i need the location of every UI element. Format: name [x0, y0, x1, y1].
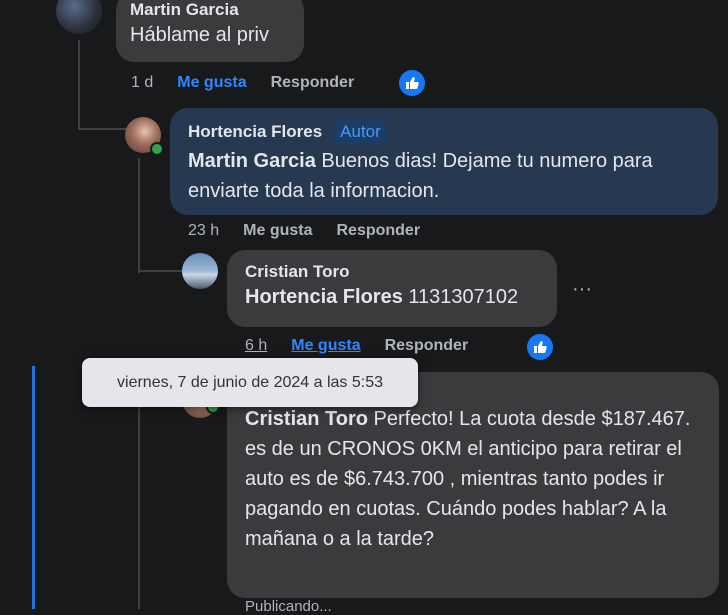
thread-curve [78, 128, 126, 130]
comment-text: Cristian Toro Perfecto! La cuota desde $… [245, 404, 701, 554]
thread-curve [138, 270, 182, 272]
comment-author[interactable]: Cristian Toro [245, 262, 539, 282]
mention-link[interactable]: Hortencia Flores [245, 286, 403, 308]
like-button[interactable]: Me gusta [177, 74, 246, 92]
comment-text: Háblame al priv [130, 24, 269, 46]
mention-link[interactable]: Cristian Toro [245, 408, 368, 430]
author-name[interactable]: Hortencia Flores [188, 122, 322, 141]
comment-actions: 6 h Me gusta Responder [245, 337, 492, 355]
comment-author[interactable]: Martin Garcia [130, 0, 290, 20]
reply-button[interactable]: Responder [336, 222, 420, 240]
comment-bubble: Martin Garcia Háblame al priv [116, 0, 304, 62]
thread-line [78, 40, 80, 130]
thread-line [138, 158, 140, 273]
like-button[interactable]: Me gusta [243, 222, 312, 240]
like-icon[interactable] [527, 334, 553, 360]
comment-text: Martin Garcia Buenos dias! Dejame tu num… [188, 146, 700, 206]
comment-author[interactable]: Hortencia Flores Autor [188, 120, 700, 144]
comment-actions: 1 d Me gusta Responder [131, 74, 378, 92]
comment-actions: 23 h Me gusta Responder [188, 222, 444, 240]
more-options-icon[interactable]: ··· [572, 278, 592, 301]
like-button[interactable]: Me gusta [291, 337, 360, 355]
mention-link[interactable]: Martin Garcia [188, 150, 316, 172]
comment-body: 1131307102 [402, 286, 519, 308]
comment-bubble: Cristian Toro Hortencia Flores 113130710… [227, 250, 557, 327]
online-status-dot [150, 142, 164, 156]
timestamp-tooltip: viernes, 7 de junio de 2024 a las 5:53 [82, 358, 418, 407]
comment-bubble: Hortencia Flores Autor Martin Garcia Buen… [170, 108, 718, 215]
focus-indicator-bar [32, 366, 35, 609]
avatar[interactable] [56, 0, 102, 34]
reply-button[interactable]: Responder [271, 74, 355, 92]
author-badge: Autor [334, 120, 387, 144]
comment-time[interactable]: 6 h [245, 337, 267, 355]
comment-text: Hortencia Flores 1131307102 [245, 282, 539, 312]
comment-time[interactable]: 23 h [188, 222, 219, 240]
publishing-status: Publicando... [245, 598, 332, 615]
avatar[interactable] [182, 253, 218, 289]
comment-time[interactable]: 1 d [131, 74, 153, 92]
reply-button[interactable]: Responder [385, 337, 469, 355]
like-icon[interactable] [399, 70, 425, 96]
